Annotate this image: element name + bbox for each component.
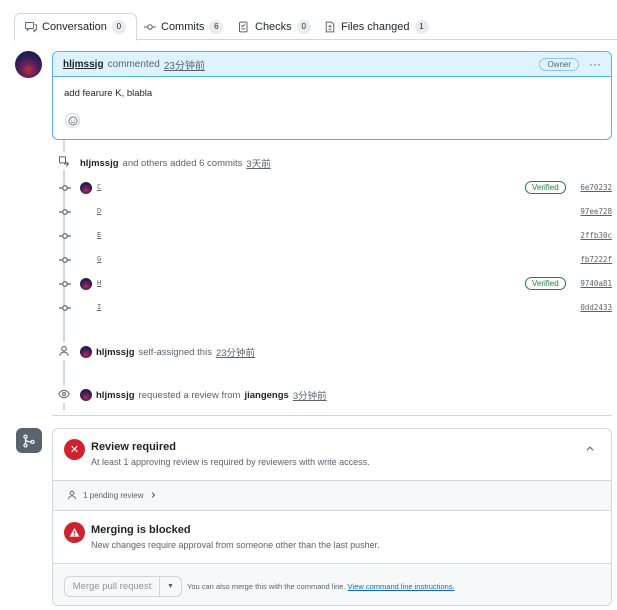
x-circle-icon: ✕	[64, 439, 85, 460]
git-merge-icon	[16, 428, 42, 453]
timeline-divider	[52, 415, 612, 416]
command-line-text: You can also merge this with the command…	[187, 582, 346, 591]
alert-icon	[64, 522, 85, 543]
tab-commits[interactable]: Commits 6	[134, 13, 233, 40]
review-required-subtitle: At least 1 approving review is required …	[91, 457, 370, 467]
kebab-menu-icon[interactable]: ···	[589, 57, 601, 71]
commit-row: D 97ee728	[52, 204, 612, 220]
commit-message-link[interactable]: H	[97, 279, 101, 287]
tab-conversation[interactable]: Conversation 0	[14, 13, 137, 41]
commit-sha-link[interactable]: 2ffb30c	[580, 231, 612, 240]
commit-sha-link[interactable]: 0dd2433	[580, 303, 612, 312]
comment-discussion-icon	[25, 22, 37, 33]
commit-row: H Verified 9740a81	[52, 276, 612, 292]
comment-time-link[interactable]: 23分钟前	[164, 57, 205, 72]
tab-label: Conversation	[42, 21, 107, 33]
tab-counter: 0	[296, 19, 311, 34]
checklist-icon	[239, 21, 248, 32]
review-required-title: Review required	[91, 441, 176, 453]
pr-tabs: Conversation 0 Commits 6 Checks 0 Files …	[14, 13, 617, 41]
commit-sha-link[interactable]: 6e70232	[580, 183, 612, 192]
comment-header: hljmssjg commented 23分钟前 Owner ···	[53, 52, 611, 77]
tab-counter: 6	[209, 19, 224, 34]
commits-added-event: hljmssjg and others added 6 commits 3天前	[80, 156, 271, 171]
commit-message-link[interactable]: C	[97, 183, 101, 191]
commit-message-link[interactable]: I	[97, 303, 101, 311]
comment-body: add fearure K, blabla	[64, 88, 153, 99]
person-icon	[55, 342, 73, 360]
review-required-section[interactable]: ✕ Review required At least 1 approving r…	[53, 429, 611, 481]
merge-method-dropdown[interactable]: ▼	[160, 576, 182, 597]
merge-pull-request-button[interactable]: Merge pull request	[64, 576, 160, 597]
file-diff-icon	[325, 21, 335, 32]
review-requested-event: hljmssjg requested a review from jiangen…	[80, 388, 327, 402]
command-line-hint: You can also merge this with the command…	[187, 582, 455, 591]
tab-counter: 0	[111, 20, 126, 34]
eye-icon	[55, 385, 73, 403]
tab-label: Files changed	[341, 20, 410, 33]
commit-message-link[interactable]: E	[97, 231, 101, 239]
avatar[interactable]	[80, 182, 92, 194]
pending-review-label: 1 pending review	[83, 490, 144, 500]
event-time-link[interactable]: 3天前	[246, 156, 270, 170]
git-commit-icon	[59, 305, 71, 311]
tab-label: Commits	[161, 20, 205, 33]
smiley-icon	[68, 116, 77, 125]
merging-blocked-title: Merging is blocked	[91, 524, 191, 536]
comment-box: hljmssjg commented 23分钟前 Owner ··· add f…	[52, 51, 612, 140]
commit-sha-link[interactable]: 97ee728	[580, 207, 612, 216]
event-time-link[interactable]: 3分钟前	[293, 388, 327, 402]
command-line-link[interactable]: View command line instructions.	[348, 582, 455, 591]
git-commit-icon	[59, 281, 71, 287]
event-author[interactable]: hljmssjg	[80, 158, 119, 169]
commit-sha-link[interactable]: fb7222f	[580, 255, 612, 264]
verified-badge[interactable]: Verified	[525, 277, 566, 290]
git-commit-icon	[59, 209, 71, 215]
avatar[interactable]	[80, 346, 92, 358]
event-time-link[interactable]: 23分钟前	[216, 345, 255, 359]
merging-blocked-subtitle: New changes require approval from someon…	[91, 540, 380, 550]
merge-box: ✕ Review required At least 1 approving r…	[52, 428, 612, 606]
reviewer-name[interactable]: jiangengs	[244, 390, 288, 401]
add-reaction-button[interactable]	[65, 113, 80, 128]
person-icon	[68, 490, 76, 500]
tab-checks[interactable]: Checks 0	[228, 13, 321, 40]
commit-row: I 0dd2433	[52, 300, 612, 316]
commit-row: E 2ffb30c	[52, 228, 612, 244]
git-commit-icon	[59, 233, 71, 239]
merging-blocked-section: Merging is blocked New changes require a…	[53, 512, 611, 563]
event-text: and others added 6 commits	[122, 157, 243, 169]
merge-footer: Merge pull request ▼ You can also merge …	[53, 563, 611, 605]
pending-review-row[interactable]: 1 pending review	[53, 481, 611, 511]
event-text: requested a review from	[138, 389, 241, 401]
owner-badge: Owner	[539, 57, 579, 71]
event-author[interactable]: hljmssjg	[96, 390, 135, 401]
verified-badge[interactable]: Verified	[525, 181, 566, 194]
commit-row: G fb7222f	[52, 252, 612, 268]
chevron-right-icon	[152, 492, 156, 498]
repo-push-icon	[55, 152, 73, 170]
avatar[interactable]	[15, 51, 42, 78]
git-commit-icon	[59, 185, 71, 191]
chevron-up-icon[interactable]	[585, 444, 595, 457]
avatar[interactable]	[80, 389, 92, 401]
git-commit-icon	[59, 257, 71, 263]
commit-sha-link[interactable]: 9740a81	[580, 279, 612, 288]
tab-label: Checks	[255, 20, 292, 33]
tab-counter: 1	[414, 19, 429, 34]
commit-row: C Verified 6e70232	[52, 180, 612, 196]
triangle-down-icon: ▼	[167, 583, 174, 590]
commit-message-link[interactable]: D	[97, 207, 101, 215]
event-author[interactable]: hljmssjg	[96, 347, 135, 358]
comment-author-link[interactable]: hljmssjg	[63, 59, 104, 70]
self-assigned-event: hljmssjg self-assigned this 23分钟前	[80, 345, 255, 359]
commit-message-link[interactable]: G	[97, 255, 101, 263]
tab-files-changed[interactable]: Files changed 1	[314, 13, 439, 40]
git-commit-icon	[144, 23, 156, 30]
event-text: self-assigned this	[138, 346, 212, 358]
comment-action: commented	[107, 58, 160, 70]
avatar[interactable]	[80, 278, 92, 290]
pending-review-link[interactable]: 1 pending review	[67, 490, 157, 500]
